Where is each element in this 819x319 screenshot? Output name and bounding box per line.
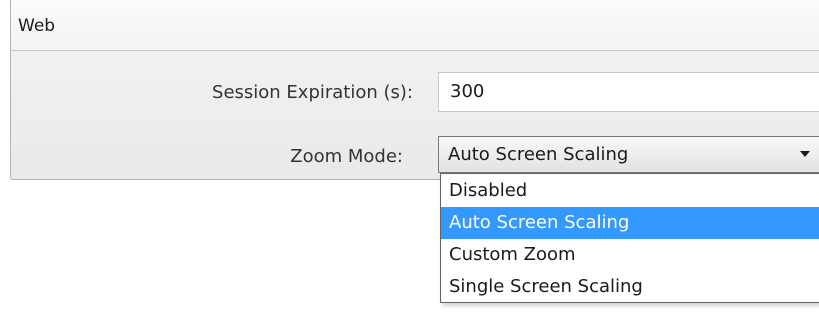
session-expiration-input[interactable]: 300 [438,72,819,112]
zoom-mode-label: Zoom Mode: [290,146,403,167]
zoom-mode-selected-value: Auto Screen Scaling [448,144,629,165]
settings-page: Web Session Expiration (s): 300 Zoom Mod… [0,0,819,319]
group-header: Web [10,0,819,51]
option-custom-zoom[interactable]: Custom Zoom [441,239,819,271]
option-single-screen-scaling[interactable]: Single Screen Scaling [441,271,819,303]
session-expiration-label: Session Expiration (s): [212,82,413,103]
option-auto-screen-scaling[interactable]: Auto Screen Scaling [441,207,819,239]
zoom-mode-options-list: Disabled Auto Screen Scaling Custom Zoom… [440,173,819,303]
chevron-down-icon[interactable] [800,151,810,157]
zoom-mode-dropdown[interactable]: Auto Screen Scaling [438,136,819,173]
option-disabled[interactable]: Disabled [441,175,819,207]
group-title: Web [18,16,56,36]
